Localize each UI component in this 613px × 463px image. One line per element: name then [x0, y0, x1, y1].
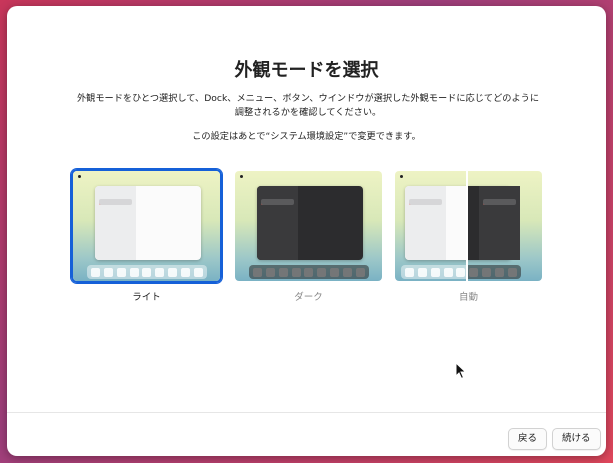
auto-preview[interactable]	[393, 169, 544, 283]
page-title: 外観モードを選択	[234, 60, 379, 81]
dark-dock-preview	[249, 265, 369, 279]
page-description: 外観モードをひとつ選択して、Dock、メニュー、ボタン、ウインドウが選択した外観…	[76, 93, 540, 118]
pointer-cursor-icon	[455, 361, 467, 384]
light-window-preview	[95, 186, 201, 260]
light-preview[interactable]	[71, 169, 222, 283]
appearance-option-label: ライト	[132, 292, 161, 303]
appearance-option-dark[interactable]: ダーク	[233, 169, 384, 303]
footer-bar: 戻る 続ける	[7, 412, 606, 456]
appearance-option-label: 自動	[458, 292, 478, 303]
dark-preview[interactable]	[233, 169, 384, 283]
appearance-option-label: ダーク	[294, 292, 323, 303]
light-dock-preview	[87, 265, 207, 279]
settings-note: この設定はあとで“システム環境設定”で変更できます。	[192, 131, 421, 142]
appearance-option-auto[interactable]: 自動	[393, 169, 544, 303]
appearance-option-light[interactable]: ライト	[71, 169, 222, 303]
dark-window-preview	[257, 186, 363, 260]
back-button[interactable]: 戻る	[508, 428, 548, 450]
setup-assistant-window: 外観モードを選択 外観モードをひとつ選択して、Dock、メニュー、ボタン、ウイン…	[7, 6, 606, 456]
auto-divider	[466, 171, 468, 281]
continue-button[interactable]: 続ける	[552, 428, 601, 450]
